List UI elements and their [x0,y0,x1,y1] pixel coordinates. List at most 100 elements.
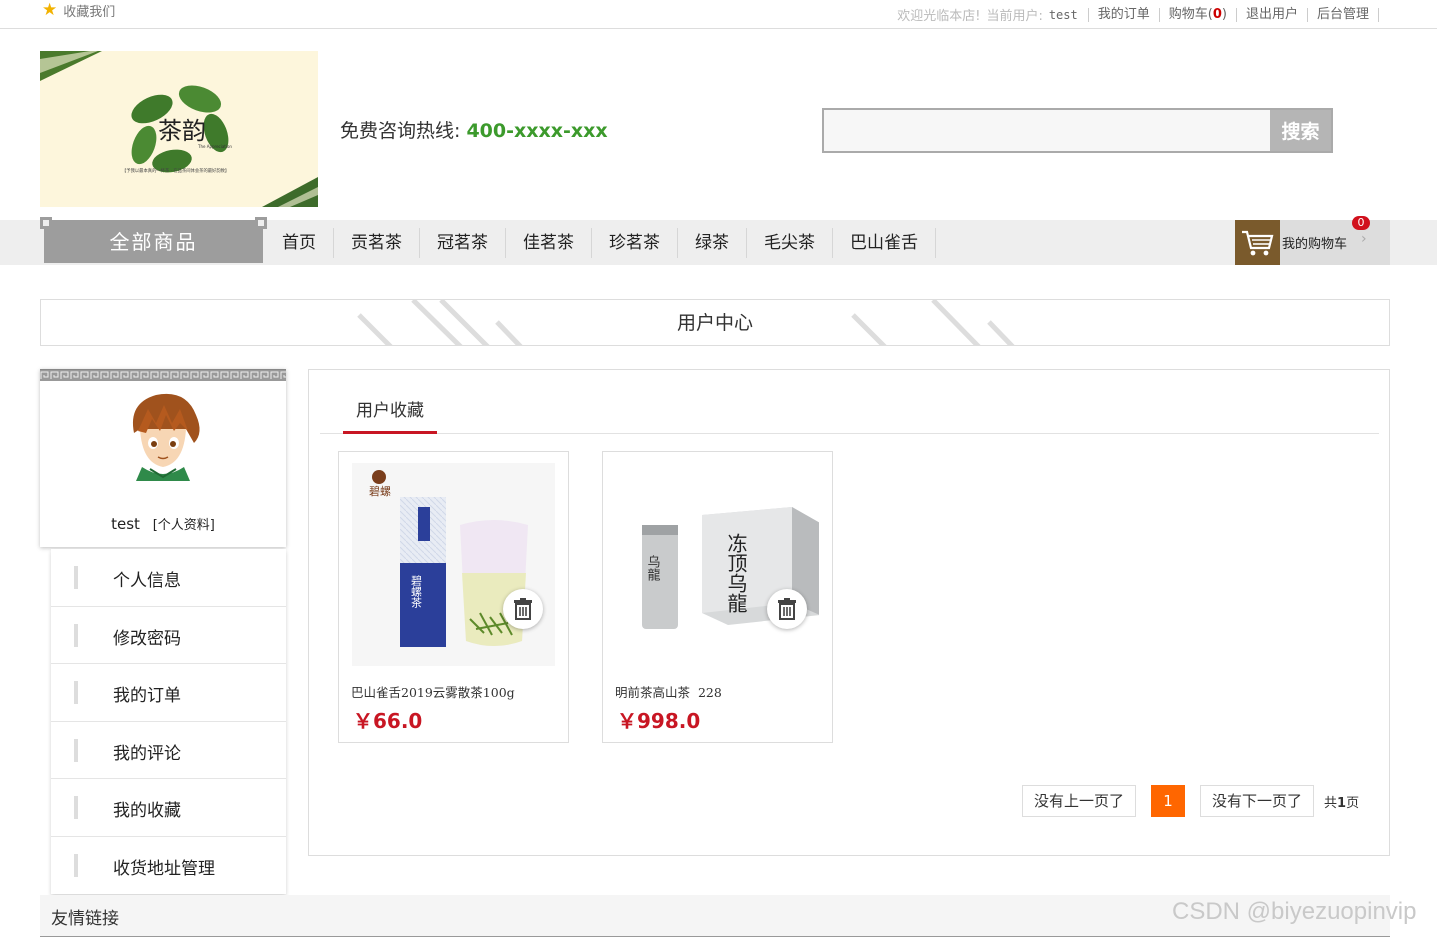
cart-badge: 0 [1352,216,1370,230]
my-cart-label: 我的购物车 [1282,237,1348,252]
watermark: CSDN @biyezuopinvip [1172,898,1417,925]
menu-item-label: 个人信息 [113,571,181,591]
hotline: 免费咨询热线: 400-xxxx-xxx [340,116,608,143]
favorites-panel: 用户收藏 碧螺 碧螺茶 巴山雀舌2019云雾散茶100g ￥66.0 乌龍 冻顶… [308,369,1390,856]
hotline-label: 免费咨询热线: [340,120,461,142]
nav-item-jiaming[interactable]: 佳茗茶 [506,228,592,258]
logo-text-sub: The Appreciation [197,144,232,149]
nav-item-guanming[interactable]: 冠茗茶 [420,228,506,258]
product-brand: 碧螺 [369,485,391,498]
menu-bar [74,796,78,819]
menu-item-password[interactable]: 修改密码 [51,607,286,664]
profile-name: test [个人资料] [40,514,286,533]
logo-slogan: 【予我以最本真的一杯茶 · 在品茶间体会茶的最好韵致】 [122,167,229,174]
menu-item-label: 收货地址管理 [113,858,215,879]
admin-link[interactable]: 后台管理 [1306,7,1379,22]
product-price: ￥66.0 [353,709,423,733]
friend-links-title: 友情链接 [51,909,119,929]
tab-header: 用户收藏 [320,370,1379,434]
avatar[interactable] [120,389,206,481]
current-page[interactable]: 1 [1151,785,1186,817]
favorite-link[interactable]: ★ 收藏我们 [42,0,116,21]
nav-item-zhenming[interactable]: 珍茗茶 [592,228,678,258]
my-cart-button[interactable]: 我的购物车 › 0 [1235,216,1390,265]
tab-favorites[interactable]: 用户收藏 [343,396,437,434]
fret-border [40,369,286,381]
total-suffix: 页 [1346,795,1360,811]
menu-item-label: 我的收藏 [113,801,181,821]
current-user-label: 当前用户: [986,9,1043,24]
all-goods-button[interactable]: 全部商品 [40,217,267,263]
pagination: 没有上一页了 1 没有下一页了 共1页 [1022,785,1359,817]
star-icon: ★ [42,0,58,20]
menu-bar [74,738,78,762]
trash-icon [514,598,532,620]
favorite-card[interactable]: 碧螺 碧螺茶 巴山雀舌2019云雾散茶100g ￥66.0 [338,451,569,743]
total-prefix: 共 [1324,795,1338,811]
product-name[interactable]: 明前茶高山茶 228 [615,682,722,701]
favorite-card[interactable]: 乌龍 冻顶乌龍 明前茶高山茶 228 ￥998.0 [602,451,833,743]
trash-icon [778,598,796,620]
top-links: 欢迎光临本店! 当前用户: test 我的订单 购物车(0) 退出用户 后台管理 [897,5,1379,24]
menu-bar [74,623,78,647]
prev-page-button[interactable]: 没有上一页了 [1022,785,1137,817]
current-username: test [1048,7,1078,22]
menu-item-label: 我的订单 [113,686,181,706]
welcome-text: 欢迎光临本店! [897,9,981,24]
favorite-label: 收藏我们 [63,5,116,20]
user-menu: 个人信息 修改密码 我的订单 我的评论 我的收藏 收货地址管理 [51,549,286,894]
product-price: ￥998.0 [617,709,701,733]
logo-graphic: 茶韵 The Appreciation 【予我以最本真的一杯茶 · 在品茶间体会… [40,51,318,207]
cart-close-paren: ) [1221,6,1227,22]
cart-link-label: 购物车 [1168,6,1208,22]
my-orders-link[interactable]: 我的订单 [1087,7,1159,22]
delete-favorite-button[interactable] [503,589,543,629]
menu-bar [74,566,78,589]
delete-favorite-button[interactable] [767,589,807,629]
menu-item-addresses[interactable]: 收货地址管理 [51,837,286,895]
product-pack-text: 冻顶乌龍 [724,533,748,613]
menu-bar [74,853,78,877]
menu-item-favorites[interactable]: 我的收藏 [51,779,286,837]
logout-link[interactable]: 退出用户 [1235,7,1307,22]
total-pages: 共1页 [1324,792,1359,811]
nav-item-home[interactable]: 首页 [265,228,334,258]
menu-bar [74,681,78,704]
page-title: 用户中心 [676,312,753,334]
product-image[interactable]: 碧螺 碧螺茶 [352,463,555,666]
search-input[interactable] [824,110,1270,151]
cart-link[interactable]: 购物车(0) [1158,6,1236,22]
all-goods-label: 全部商品 [109,230,198,254]
search-button[interactable]: 搜索 [1270,110,1331,151]
main-nav: 全部商品 首页 贡茗茶 冠茗茶 佳茗茶 珍茗茶 绿茶 毛尖茶 巴山雀舌 我的购物… [0,216,1437,265]
nav-item-maojian[interactable]: 毛尖茶 [747,228,833,258]
next-page-button[interactable]: 没有下一页了 [1200,785,1315,817]
nav-item-bashan-queshe[interactable]: 巴山雀舌 [833,228,936,258]
corner-ornament [40,217,52,229]
menu-item-orders[interactable]: 我的订单 [51,664,286,722]
search-box: 搜索 [822,108,1333,153]
product-name[interactable]: 巴山雀舌2019云雾散茶100g [351,682,515,701]
cart-icon [1235,220,1280,265]
menu-item-profile[interactable]: 个人信息 [51,549,286,607]
profile-info-link[interactable]: [个人资料] [153,518,215,533]
top-bar: ★ 收藏我们 欢迎光临本店! 当前用户: test 我的订单 购物车(0) 退出… [0,0,1437,29]
menu-item-label: 我的评论 [113,743,181,764]
profile-username: test [111,515,140,533]
product-pack-text: 碧螺茶 [410,575,423,608]
profile-card: test [个人资料] [40,369,286,547]
product-image[interactable]: 乌龍 冻顶乌龍 [616,463,819,666]
svg-text:乌龍: 乌龍 [645,554,661,581]
page-title-bar: 用户中心 [40,299,1390,346]
nav-item-gongming[interactable]: 贡茗茶 [334,228,420,258]
chevron-right-icon: › [1361,231,1367,247]
cart-count: 0 [1212,6,1222,22]
logo-text-main: 茶韵 [158,117,206,145]
menu-item-comments[interactable]: 我的评论 [51,722,286,779]
nav-list: 首页 贡茗茶 冠茗茶 佳茗茶 珍茗茶 绿茶 毛尖茶 巴山雀舌 [265,220,936,265]
menu-item-label: 修改密码 [113,628,181,649]
site-logo[interactable]: 茶韵 The Appreciation 【予我以最本真的一杯茶 · 在品茶间体会… [40,51,318,207]
hotline-number: 400-xxxx-xxx [466,120,608,142]
nav-item-green-tea[interactable]: 绿茶 [678,228,747,258]
total-count: 1 [1337,795,1347,811]
